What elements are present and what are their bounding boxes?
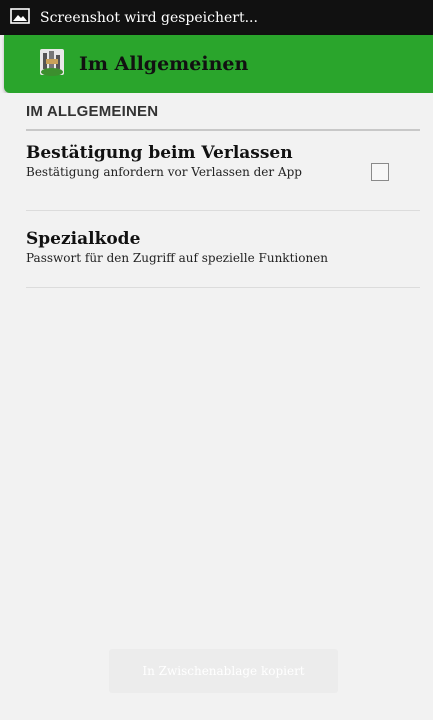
pref-special-code[interactable]: Spezialkode Passwort für den Zugriff auf…: [26, 229, 420, 287]
category-divider: [26, 129, 420, 131]
settings-content: IM ALLGEMEINEN Bestätigung beim Verlasse…: [0, 93, 433, 720]
category-header: IM ALLGEMEINEN: [26, 103, 159, 120]
app-icon[interactable]: [37, 47, 79, 81]
status-notification-text: Screenshot wird gespeichert...: [40, 9, 258, 26]
page-title: Im Allgemeinen: [79, 53, 249, 75]
action-bar: Im Allgemeinen: [4, 35, 433, 93]
toast-message: In Zwischenablage kopiert: [109, 649, 338, 693]
image-icon: [10, 7, 40, 28]
pref-summary: Passwort für den Zugriff auf spezielle F…: [26, 251, 329, 265]
pref-title: Bestätigung beim Verlassen: [26, 143, 293, 163]
pref-title: Spezialkode: [26, 229, 141, 249]
pref-summary: Bestätigung anfordern vor Verlassen der …: [26, 165, 302, 179]
pref-divider: [26, 287, 420, 288]
pref-divider: [26, 210, 420, 211]
pref-exit-confirmation[interactable]: Bestätigung beim Verlassen Bestätigung a…: [26, 143, 420, 210]
exit-confirmation-checkbox[interactable]: [371, 163, 389, 181]
status-bar: Screenshot wird gespeichert...: [0, 0, 433, 35]
